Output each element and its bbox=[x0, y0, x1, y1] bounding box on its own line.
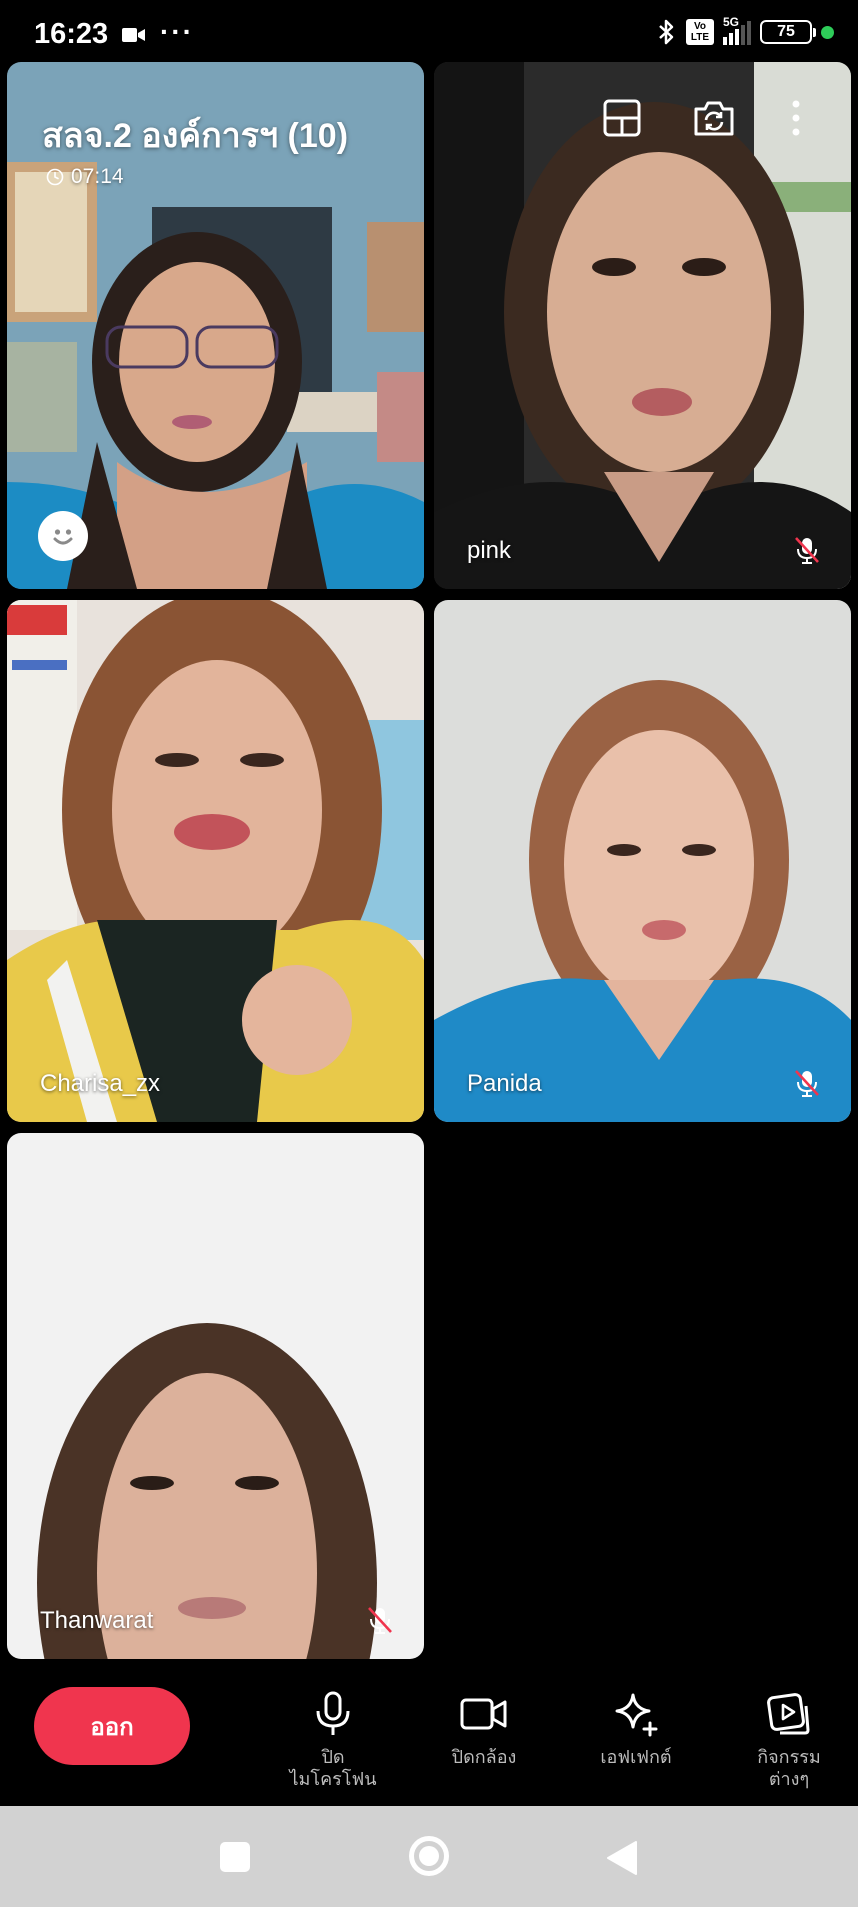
back-button[interactable] bbox=[606, 1840, 638, 1876]
participant-name: Charisa_zx bbox=[40, 1070, 161, 1097]
video-feed bbox=[7, 600, 424, 1122]
layout-icon bbox=[603, 99, 641, 137]
call-title: สลจ.2 องค์การฯ (10) bbox=[42, 117, 349, 155]
participant-tile[interactable]: Thanwarat bbox=[7, 1133, 424, 1659]
activities-label-line2: ต่างๆ bbox=[768, 1769, 810, 1789]
more-options-button[interactable] bbox=[790, 98, 802, 143]
mic-muted-icon bbox=[795, 1070, 819, 1097]
status-time: 16:23 bbox=[34, 18, 109, 50]
signal-icon: 5G bbox=[723, 15, 751, 45]
activities-button[interactable]: กิจกรรม ต่างๆ bbox=[719, 1690, 858, 1790]
call-timer: 07:14 bbox=[46, 165, 124, 189]
video-feed bbox=[434, 600, 851, 1122]
call-duration: 07:14 bbox=[71, 165, 124, 188]
participant-tile[interactable]: Panida bbox=[434, 600, 851, 1122]
effects-label: เอฟเฟกต์ bbox=[600, 1747, 672, 1767]
participant-tile[interactable]: Charisa_zx bbox=[7, 600, 424, 1122]
sparkle-icon bbox=[615, 1693, 658, 1737]
activities-label-line1: กิจกรรม bbox=[757, 1747, 821, 1767]
video-feed bbox=[434, 62, 851, 589]
flip-camera-icon bbox=[694, 101, 734, 136]
layout-button[interactable] bbox=[602, 98, 642, 143]
home-button[interactable] bbox=[409, 1836, 449, 1876]
participant-tile[interactable]: pink bbox=[434, 62, 851, 589]
call-controls: ออก ปิด ไมโครโฟน ปิดกล้อง เอฟเฟกต์ กิจกร… bbox=[0, 1665, 858, 1805]
status-bar: 16:23 ··· Vo LTE 5G 75 bbox=[0, 0, 858, 70]
privacy-indicator bbox=[821, 25, 834, 39]
emoji-icon bbox=[53, 529, 73, 545]
mic-muted-icon bbox=[368, 1607, 392, 1634]
mic-muted-icon bbox=[795, 537, 819, 564]
participant-name: pink bbox=[467, 537, 512, 564]
mic-label-line2: ไมโครโฟน bbox=[289, 1769, 377, 1789]
microphone-icon bbox=[316, 1691, 350, 1735]
system-nav-bar bbox=[0, 1806, 858, 1907]
battery-indicator: 75 bbox=[760, 20, 816, 44]
volte-badge: Vo LTE bbox=[686, 19, 714, 45]
mic-label-line1: ปิด bbox=[321, 1747, 345, 1767]
more-vertical-icon bbox=[792, 100, 800, 136]
status-indicators: Vo LTE 5G 75 bbox=[657, 15, 834, 46]
network-type: 5G bbox=[723, 15, 740, 29]
clock-icon bbox=[46, 168, 64, 186]
effects-button[interactable]: เอฟเฟกต์ bbox=[566, 1690, 706, 1768]
recents-button[interactable] bbox=[220, 1842, 250, 1872]
activities-icon bbox=[767, 1693, 810, 1735]
status-more-icon: ··· bbox=[160, 16, 194, 47]
battery-level: 75 bbox=[777, 23, 795, 40]
mute-microphone-button[interactable]: ปิด ไมโครโฟน bbox=[263, 1690, 403, 1790]
participant-name: Thanwarat bbox=[40, 1607, 154, 1634]
camera-label: ปิดกล้อง bbox=[451, 1747, 517, 1767]
turn-off-camera-button[interactable]: ปิดกล้อง bbox=[414, 1690, 554, 1768]
leave-call-button[interactable]: ออก bbox=[34, 1687, 190, 1765]
participant-name: Panida bbox=[467, 1070, 542, 1097]
video-camera-icon bbox=[122, 28, 145, 42]
camera-icon bbox=[460, 1698, 507, 1730]
bluetooth-icon bbox=[659, 19, 674, 45]
video-feed bbox=[7, 1133, 424, 1659]
flip-camera-button[interactable] bbox=[692, 98, 736, 143]
emoji-reaction-button[interactable] bbox=[38, 511, 88, 561]
